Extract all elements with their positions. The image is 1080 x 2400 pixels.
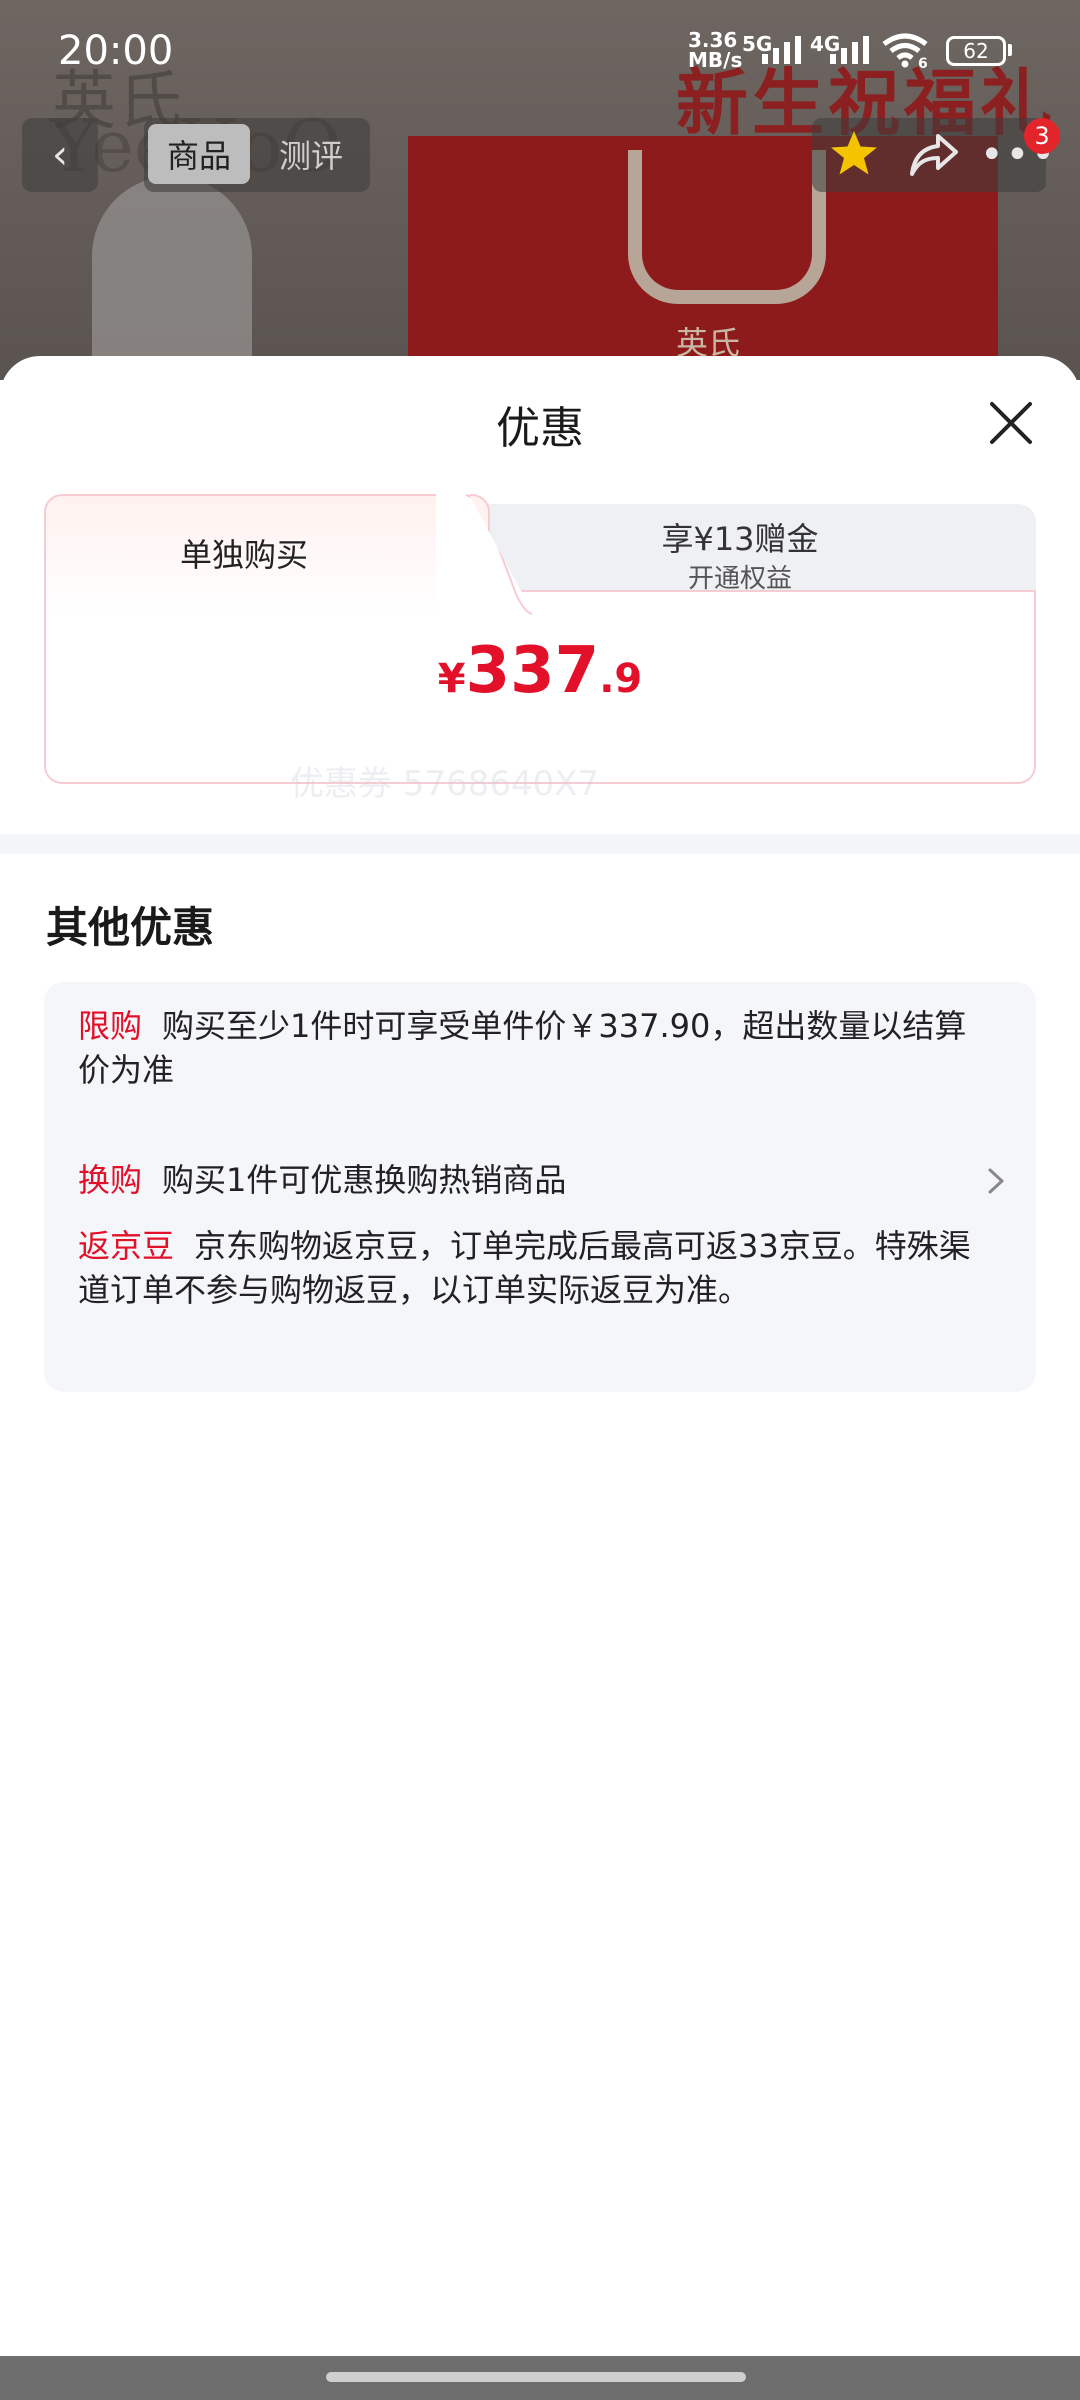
- gift-bag-handle: [628, 150, 826, 304]
- home-indicator[interactable]: [326, 2372, 746, 2382]
- battery-cap: [1008, 44, 1012, 56]
- offer-purchase-limit: 限购 购买至少1件时可享受单件价￥337.90，超出数量以结算价为准: [78, 1004, 978, 1092]
- offer-trade-in[interactable]: 换购 购买1件可优惠换购热销商品: [78, 1158, 958, 1202]
- status-time: 20:00: [58, 28, 174, 74]
- offers-panel: 限购 购买至少1件时可享受单件价￥337.90，超出数量以结算价为准 换购 购买1件…: [44, 982, 1036, 1392]
- wifi-label: 6: [918, 56, 928, 72]
- price-decimal: .9: [599, 656, 643, 702]
- notification-badge: 3: [1024, 118, 1060, 154]
- offer-tag: 换购: [78, 1161, 143, 1199]
- single-purchase-label: 单独购买: [179, 536, 308, 574]
- offer-tag: 返京豆: [78, 1227, 175, 1265]
- membership-bonus: 享¥13赠金: [661, 520, 819, 558]
- plush-toy-image: [92, 176, 252, 380]
- back-button[interactable]: ‹: [22, 118, 98, 192]
- offer-text: 购买1件可优惠换购热销商品: [162, 1161, 567, 1199]
- other-offers-title: 其他优惠: [46, 903, 215, 952]
- net-speed: 3.36 MB/s: [688, 28, 743, 72]
- chevron-right-icon[interactable]: [984, 1166, 1008, 1196]
- watermark: 优惠券 5768640X7: [290, 764, 600, 804]
- offer-tag: 限购: [78, 1007, 143, 1045]
- discount-sheet: 优惠 享¥13赠金 开通权益 单独购买 ¥337.9 其他优惠 限购 购买至少1件…: [0, 356, 1080, 2400]
- signal-icon-2: [830, 36, 869, 64]
- sheet-title: 优惠: [496, 403, 584, 454]
- price-integer: 337: [465, 634, 600, 708]
- close-icon[interactable]: [986, 398, 1036, 448]
- panel-border: [490, 590, 1036, 592]
- share-icon[interactable]: [908, 130, 960, 180]
- signal-icon: [762, 36, 801, 64]
- offer-text: 京东购物返京豆，订单完成后最高可返33京豆。特殊渠道订单不参与购物返豆，以订单实…: [78, 1227, 971, 1309]
- price-value: ¥337.9: [44, 634, 1036, 708]
- product-tabs: 商品 测评: [144, 118, 370, 192]
- nav-actions: •••: [812, 118, 1055, 192]
- battery-icon: 62: [946, 36, 1006, 66]
- tab-review[interactable]: 测评: [260, 124, 362, 184]
- favorite-star-icon[interactable]: [828, 128, 880, 180]
- section-divider: [0, 834, 1080, 854]
- offer-text: 购买至少1件时可享受单件价￥337.90，超出数量以结算价为准: [78, 1007, 967, 1089]
- currency-symbol: ¥: [437, 656, 466, 702]
- chevron-left-icon: ‹: [52, 132, 68, 178]
- offer-jd-beans: 返京豆 京东购物返京豆，订单完成后最高可返33京豆。特殊渠道订单不参与购物返豆，以…: [78, 1224, 978, 1312]
- tab-product[interactable]: 商品: [148, 124, 250, 184]
- status-bar: 20:00 3.36 MB/s 5G 4G 6 62: [0, 0, 1080, 106]
- price-card: 享¥13赠金 开通权益 单独购买 ¥337.9: [44, 494, 1036, 784]
